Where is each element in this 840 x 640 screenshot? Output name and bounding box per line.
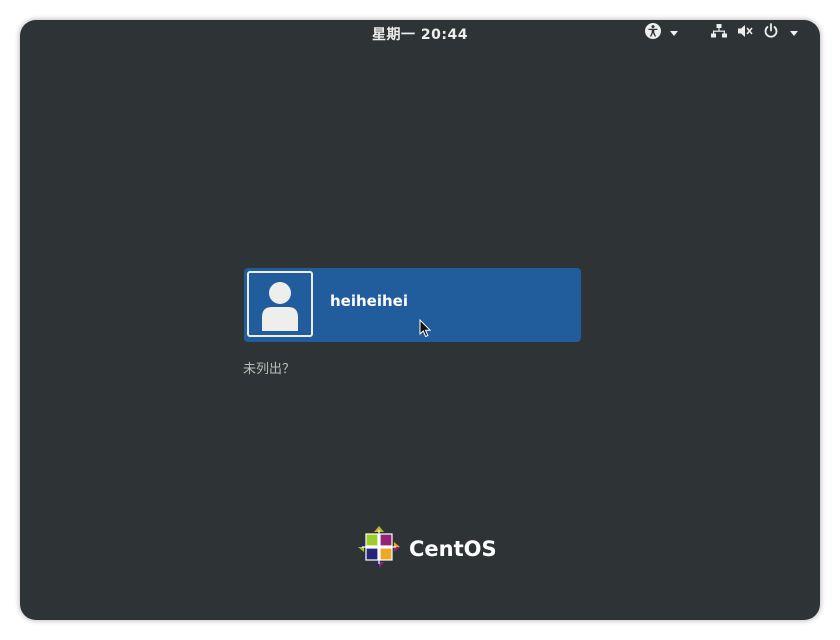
branding: CentOS (357, 526, 497, 572)
top-bar: 星期一 20:44 (20, 20, 820, 46)
accessibility-icon (644, 22, 662, 44)
centos-logo-icon (357, 525, 401, 573)
chevron-down-icon (670, 30, 678, 36)
network-wired-icon (710, 22, 728, 44)
login-screen: 星期一 20:44 heiheihei 未列出？ CentOS (20, 20, 820, 620)
system-menu[interactable] (710, 22, 798, 44)
user-list-item[interactable]: heiheihei (244, 268, 581, 342)
power-icon (762, 22, 780, 44)
chevron-down-icon (790, 30, 798, 36)
clock[interactable]: 星期一 20:44 (20, 24, 820, 44)
mouse-pointer-icon (419, 318, 432, 342)
accessibility-menu[interactable] (644, 22, 678, 44)
brand-name: CentOS (409, 537, 497, 561)
not-listed-link[interactable]: 未列出？ (243, 358, 295, 377)
user-avatar-icon (247, 271, 313, 337)
volume-muted-icon (736, 22, 754, 44)
username: heiheihei (330, 292, 408, 310)
